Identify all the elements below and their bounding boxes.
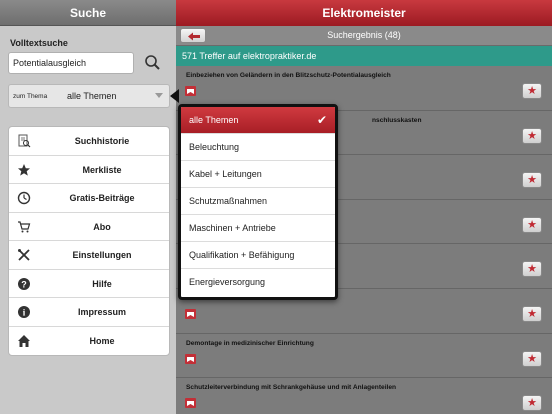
menu-item-gratis-beitraege[interactable]: Gratis-Beiträge [9, 184, 169, 213]
favorite-button[interactable]: ★ [522, 350, 542, 367]
option-label: Beleuchtung [189, 142, 240, 152]
checkmark-icon: ✔ [316, 113, 327, 127]
search-panel-title: Suche [0, 0, 176, 26]
search-icon [145, 55, 160, 70]
home-icon [18, 334, 30, 347]
topic-select[interactable]: zum Thema alle Themen [8, 84, 170, 108]
tools-icon [18, 249, 30, 261]
star-icon [18, 163, 30, 176]
option-label: alle Themen [189, 115, 239, 125]
menu-item-merkliste[interactable]: Merkliste [9, 156, 169, 184]
document-icon [185, 86, 196, 96]
chevron-down-icon [155, 93, 163, 98]
favorite-button[interactable]: ★ [522, 127, 542, 144]
topic-option-kabel-leitungen[interactable]: Kabel + Leitungen [181, 161, 335, 188]
hits-bar[interactable]: 571 Treffer auf elektropraktiker.de [176, 46, 552, 66]
option-label: Qualifikation + Befähigung [189, 250, 295, 260]
dropdown-pointer [170, 89, 179, 103]
fulltext-label: Volltextsuche [10, 38, 68, 48]
results-panel-title: Elektromeister [176, 0, 552, 26]
document-icon [185, 308, 196, 319]
history-icon [18, 134, 31, 148]
menu-item-abo[interactable]: Abo [9, 213, 169, 241]
document-icon [185, 353, 196, 364]
star-icon: ★ [527, 85, 537, 97]
menu-item-label: Home [89, 335, 115, 346]
result-title: Schutzleiterverbindung mit Schrankgehäus… [186, 384, 397, 392]
document-icon [185, 398, 196, 409]
topic-option-alle-themen[interactable]: alle Themen ✔ [181, 107, 335, 134]
star-icon: ★ [527, 174, 537, 187]
help-icon: ? [18, 277, 30, 290]
option-label: Maschinen + Antriebe [189, 223, 276, 233]
option-label: Energieversorgung [189, 277, 266, 287]
topic-label: zum Thema [13, 93, 48, 100]
star-icon: ★ [527, 397, 537, 410]
result-title: Demontage in medizinischer Einrichtung [186, 339, 314, 347]
menu-item-label: Merkliste [82, 164, 122, 175]
menu-item-impressum[interactable]: i Impressum [9, 298, 169, 327]
favorite-button[interactable]: ★ [522, 261, 542, 278]
menu-item-home[interactable]: Home [9, 327, 169, 356]
star-icon: ★ [527, 129, 537, 142]
favorite-button[interactable]: ★ [522, 172, 542, 189]
menu-item-label: Suchhistorie [74, 136, 130, 146]
svg-text:?: ? [21, 279, 27, 289]
favorite-button[interactable]: ★ [522, 395, 542, 412]
menu-item-label: Gratis-Beiträge [69, 193, 135, 203]
topic-option-beleuchtung[interactable]: Beleuchtung [181, 134, 335, 161]
menu-item-label: Einstellungen [72, 250, 132, 260]
result-title: Einbeziehen von Geländern in den Blitzsc… [186, 72, 391, 79]
option-label: Kabel + Leitungen [189, 169, 262, 179]
menu-item-suchhistorie[interactable]: Suchhistorie [9, 127, 169, 156]
star-icon: ★ [527, 218, 537, 231]
topic-option-qualifikation[interactable]: Qualifikation + Befähigung [181, 242, 335, 269]
topic-dropdown: alle Themen ✔ Beleuchtung Kabel + Leitun… [178, 104, 338, 300]
results-toolbar: Suchergebnis (48) [176, 26, 552, 46]
main-menu: Suchhistorie Merkliste Gratis-Beiträge A… [8, 126, 170, 356]
star-icon: ★ [527, 263, 537, 276]
topic-value: alle Themen [67, 91, 117, 101]
info-icon: i [18, 306, 30, 318]
menu-item-einstellungen[interactable]: Einstellungen [9, 241, 169, 270]
clock-icon [17, 191, 31, 205]
topic-option-energieversorgung[interactable]: Energieversorgung [181, 269, 335, 296]
menu-item-label: Impressum [77, 307, 127, 317]
search-button[interactable] [140, 52, 164, 74]
search-input[interactable]: Potentialausgleich [8, 52, 134, 74]
search-panel: Suche Volltextsuche Potentialausgleich z… [0, 0, 176, 414]
cart-icon [18, 220, 31, 232]
result-item[interactable]: Demontage in medizinischer Einrichtung ★ [176, 334, 552, 379]
favorite-button[interactable]: ★ [522, 216, 542, 233]
favorite-button[interactable]: ★ [522, 83, 542, 99]
result-title: nschlusskasten [372, 116, 422, 124]
result-item[interactable]: Schutzleiterverbindung mit Schrankgehäus… [176, 378, 552, 414]
star-icon: ★ [527, 352, 537, 365]
topic-option-maschinen-antriebe[interactable]: Maschinen + Antriebe [181, 215, 335, 242]
menu-item-label: Abo [93, 221, 111, 232]
favorite-button[interactable]: ★ [522, 305, 542, 322]
star-icon: ★ [527, 307, 537, 320]
menu-item-label: Hilfe [92, 278, 112, 289]
menu-item-hilfe[interactable]: ? Hilfe [9, 270, 169, 298]
results-count-title: Suchergebnis (48) [327, 30, 401, 40]
option-label: Schutzmaßnahmen [189, 196, 268, 206]
topic-option-schutzmassnahmen[interactable]: Schutzmaßnahmen [181, 188, 335, 215]
